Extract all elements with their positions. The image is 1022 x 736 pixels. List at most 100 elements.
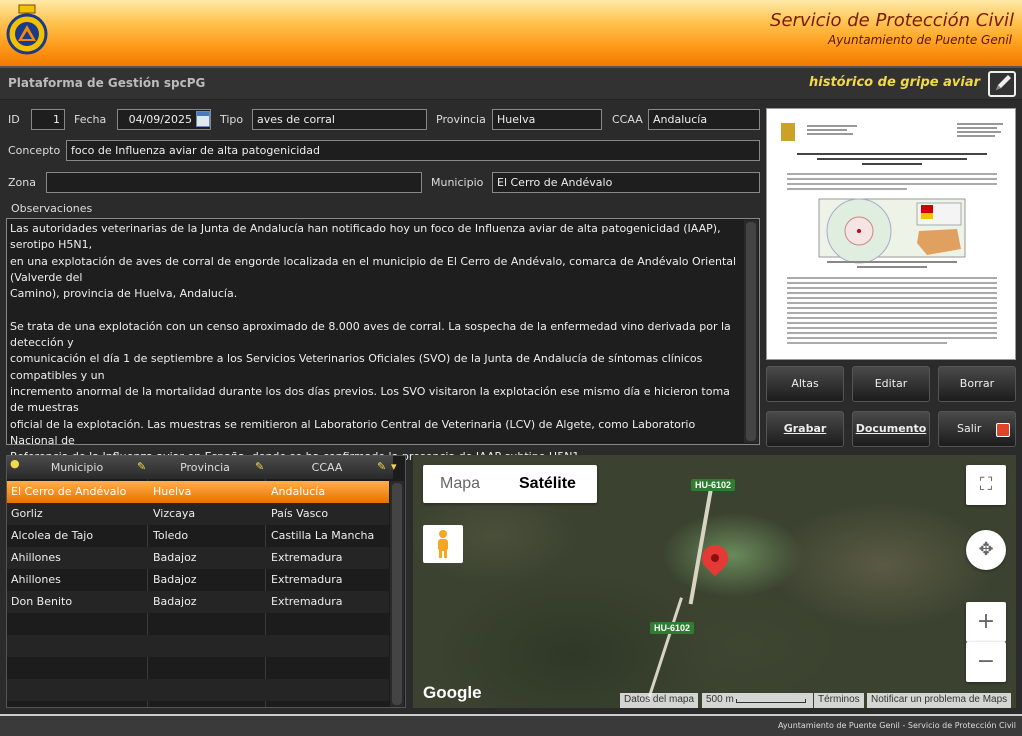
altas-button[interactable]: Altas	[766, 366, 844, 402]
salir-label: Salir	[957, 422, 982, 435]
observaciones-label: Observaciones	[11, 202, 93, 215]
tipo-field[interactable]: aves de corral	[252, 109, 427, 130]
calendar-icon[interactable]	[196, 111, 210, 127]
cell-municipio: Gorliz	[11, 507, 43, 520]
ccaa-field[interactable]: Andalucía	[648, 109, 760, 130]
google-logo: Google	[423, 683, 482, 702]
fullscreen-icon[interactable]: ⛶	[966, 465, 1006, 505]
column-header-municipio[interactable]: Municipio	[27, 461, 127, 474]
cell-provincia: Badajoz	[153, 573, 197, 586]
cell-municipio: El Cerro de Andévalo	[11, 485, 127, 498]
zona-label: Zona	[8, 176, 36, 189]
app-header: Servicio de Protección Civil Ayuntamient…	[0, 0, 1022, 66]
brand-title: Servicio de Protección Civil	[770, 10, 1014, 31]
concepto-field[interactable]: foco de Influenza aviar de alta patogeni…	[66, 140, 760, 161]
app-footer: Ayuntamiento de Puente Genil - Servicio …	[0, 714, 1022, 736]
map-type-map[interactable]: Mapa	[440, 475, 480, 493]
pegman-icon[interactable]	[423, 525, 463, 563]
records-table[interactable]: ● Municipio ✎ Provincia ✎ CCAA ✎ ▾ El Ce…	[6, 455, 406, 708]
observaciones-text[interactable]: Las autoridades veterinarias de la Junta…	[10, 221, 738, 465]
map-data-attribution[interactable]: Datos del mapa	[620, 693, 699, 708]
table-row[interactable]: Alcolea de Tajo Toledo Castilla La Manch…	[7, 525, 389, 547]
table-row-empty	[7, 635, 389, 657]
map-type-satellite[interactable]: Satélite	[519, 475, 576, 493]
platform-title: Plataforma de Gestión spcPG	[8, 76, 206, 90]
scale-label: 500 m	[706, 694, 734, 705]
cell-provincia: Badajoz	[153, 595, 197, 608]
column-header-ccaa[interactable]: CCAA	[277, 461, 377, 474]
cell-municipio: Don Benito	[11, 595, 73, 608]
cell-municipio: Ahillones	[11, 573, 61, 586]
satellite-map[interactable]: HU-6102 HU-6102 Mapa Satélite ⛶ ✥ + − Go…	[413, 455, 1016, 708]
table-row-empty	[7, 679, 389, 701]
key-icon[interactable]: ✎	[377, 460, 387, 473]
cell-ccaa: Castilla La Mancha	[271, 529, 375, 542]
tipo-label: Tipo	[220, 113, 244, 126]
salir-button[interactable]: Salir	[938, 411, 1016, 447]
id-label: ID	[8, 113, 20, 126]
observaciones-scrollbar[interactable]	[744, 220, 758, 443]
concepto-label: Concepto	[8, 144, 61, 157]
documento-button[interactable]: Documento	[852, 411, 930, 447]
editar-button[interactable]: Editar	[852, 366, 930, 402]
table-row-empty	[7, 657, 389, 679]
cell-provincia: Vizcaya	[153, 507, 196, 520]
observaciones-textarea[interactable]: Las autoridades veterinarias de la Junta…	[6, 218, 760, 463]
municipio-label: Municipio	[431, 176, 484, 189]
zoom-out-button[interactable]: −	[966, 642, 1006, 682]
id-field[interactable]: 1	[31, 109, 65, 130]
cell-provincia: Toledo	[153, 529, 189, 542]
table-row[interactable]: Ahillones Badajoz Extremadura	[7, 569, 389, 591]
exit-icon	[996, 423, 1010, 437]
document-preview[interactable]	[766, 108, 1016, 360]
cell-ccaa: Extremadura	[271, 595, 343, 608]
cell-municipio: Alcolea de Tajo	[11, 529, 94, 542]
key-icon[interactable]: ✎	[255, 460, 265, 473]
observaciones-scroll-thumb[interactable]	[746, 222, 756, 441]
map-scale: 500 m	[702, 693, 813, 708]
fecha-label: Fecha	[74, 113, 107, 126]
provincia-field[interactable]: Huelva	[492, 109, 602, 130]
cell-ccaa: Extremadura	[271, 551, 343, 564]
key-icon[interactable]: ●	[10, 457, 20, 470]
footer-text: Ayuntamiento de Puente Genil - Servicio …	[777, 721, 1016, 730]
cell-ccaa: Andalucía	[271, 485, 326, 498]
terms-link[interactable]: Términos	[814, 693, 864, 708]
edit-icon[interactable]	[988, 71, 1016, 97]
table-row[interactable]: Don Benito Badajoz Extremadura	[7, 591, 389, 613]
civil-protection-logo	[6, 4, 48, 55]
zoom-in-button[interactable]: +	[966, 602, 1006, 642]
road-label: HU-6102	[650, 622, 695, 634]
map-type-control: Mapa Satélite	[423, 465, 597, 503]
scale-bar	[736, 699, 806, 703]
grabar-button[interactable]: Grabar	[766, 411, 844, 447]
provincia-label: Provincia	[436, 113, 486, 126]
road-label: HU-6102	[691, 479, 736, 491]
borrar-button[interactable]: Borrar	[938, 366, 1016, 402]
camera-control-icon[interactable]: ✥	[966, 530, 1006, 570]
section-title: histórico de gripe aviar	[809, 75, 980, 90]
document-thumbnail	[781, 123, 1003, 344]
cell-provincia: Huelva	[153, 485, 192, 498]
table-row[interactable]: El Cerro de Andévalo Huelva Andalucía	[7, 481, 389, 503]
zona-field[interactable]	[46, 172, 422, 193]
municipio-field[interactable]: El Cerro de Andévalo	[492, 172, 760, 193]
table-row-empty	[7, 613, 389, 635]
table-row[interactable]: Ahillones Badajoz Extremadura	[7, 547, 389, 569]
ccaa-label: CCAA	[612, 113, 643, 126]
column-header-provincia[interactable]: Provincia	[155, 461, 255, 474]
table-scrollbar[interactable]	[390, 481, 404, 707]
cell-ccaa: Extremadura	[271, 573, 343, 586]
table-row[interactable]: Gorliz Vizcaya País Vasco	[7, 503, 389, 525]
cell-provincia: Badajoz	[153, 551, 197, 564]
table-scroll-thumb[interactable]	[392, 483, 402, 705]
key-icon[interactable]: ✎	[137, 460, 147, 473]
cell-municipio: Ahillones	[11, 551, 61, 564]
brand-subtitle: Ayuntamiento de Puente Genil	[828, 33, 1012, 47]
sort-icon[interactable]: ▾	[391, 460, 401, 473]
cell-ccaa: País Vasco	[271, 507, 329, 520]
report-problem-link[interactable]: Notificar un problema de Maps	[867, 693, 1012, 708]
table-header: ● Municipio ✎ Provincia ✎ CCAA ✎ ▾	[7, 456, 397, 479]
map-road	[646, 597, 683, 703]
title-bar: Plataforma de Gestión spcPG histórico de…	[0, 66, 1022, 100]
